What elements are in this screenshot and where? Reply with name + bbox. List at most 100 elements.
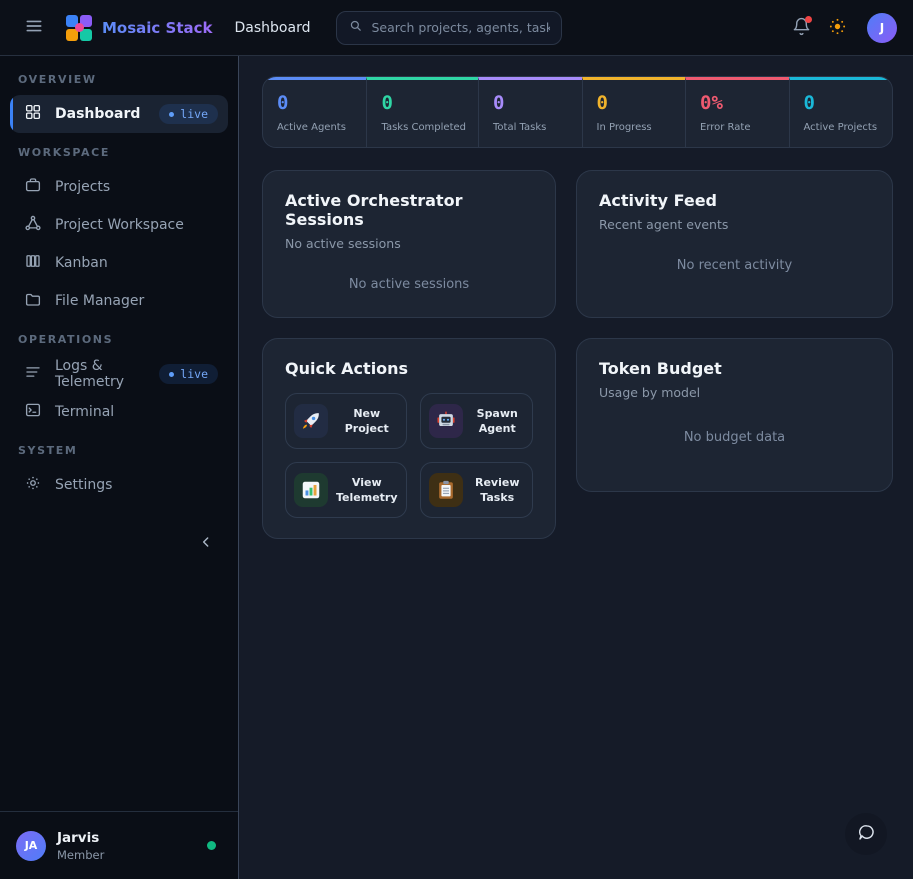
review-tasks-button[interactable]: Review Tasks — [420, 462, 533, 518]
activity-feed-card: Activity Feed Recent agent events No rec… — [576, 170, 893, 318]
robot-icon — [429, 404, 463, 438]
sidebar-item-logs-telemetry[interactable]: Logs & Telemetry live — [10, 355, 228, 393]
sessions-card: Active Orchestrator Sessions No active s… — [262, 170, 556, 318]
chat-bubble-icon — [856, 822, 877, 846]
user-avatar-initials: JA — [16, 831, 46, 861]
user-role: Member — [57, 848, 104, 862]
clipboard-icon — [429, 473, 463, 507]
card-title: Activity Feed — [599, 191, 870, 210]
chat-button[interactable] — [845, 813, 887, 855]
sidebar-user-card[interactable]: JA Jarvis Member — [0, 811, 238, 879]
stat-label: Tasks Completed — [381, 122, 466, 133]
page-title: Dashboard — [235, 20, 311, 36]
stat-active-agents: 0 Active Agents — [263, 77, 366, 147]
folder-icon — [24, 290, 42, 312]
card-title: Token Budget — [599, 359, 870, 378]
sidebar: OVERVIEW Dashboard live WORKSPACE Projec… — [0, 56, 239, 879]
quick-actions-card: Quick Actions New Project Sp — [262, 338, 556, 539]
new-project-button[interactable]: New Project — [285, 393, 407, 449]
stat-label: Active Projects — [804, 122, 880, 133]
card-subtitle: No active sessions — [285, 236, 533, 251]
token-budget-card: Token Budget Usage by model No budget da… — [576, 338, 893, 492]
sidebar-item-project-workspace[interactable]: Project Workspace — [10, 206, 228, 244]
user-avatar[interactable]: J — [867, 13, 897, 43]
global-search[interactable] — [336, 11, 562, 45]
sidebar-item-terminal[interactable]: Terminal — [10, 393, 228, 431]
gear-icon — [24, 474, 42, 496]
grid-icon — [24, 103, 42, 125]
live-badge: live — [159, 364, 218, 384]
chart-icon — [294, 473, 328, 507]
sidebar-item-label: Terminal — [55, 404, 114, 420]
sidebar-item-kanban[interactable]: Kanban — [10, 244, 228, 282]
stat-value: 0 — [804, 92, 880, 114]
sidebar-item-label: Logs & Telemetry — [55, 358, 146, 390]
empty-state-text: No recent activity — [599, 232, 870, 273]
card-subtitle: Usage by model — [599, 385, 870, 400]
sidebar-item-projects[interactable]: Projects — [10, 168, 228, 206]
card-title: Quick Actions — [285, 359, 533, 378]
notifications-button[interactable] — [783, 10, 819, 46]
user-name: Jarvis — [57, 830, 104, 846]
sidebar-item-label: File Manager — [55, 293, 144, 309]
sidebar-item-label: Kanban — [55, 255, 108, 271]
action-label: Spawn Agent — [471, 406, 524, 437]
logs-icon — [24, 363, 42, 385]
hamburger-icon — [24, 16, 44, 39]
section-label-system: SYSTEM — [10, 431, 228, 466]
terminal-icon — [24, 401, 42, 423]
chevron-left-icon — [198, 538, 214, 553]
kanban-icon — [24, 252, 42, 274]
sidebar-item-settings[interactable]: Settings — [10, 466, 228, 504]
stat-label: Total Tasks — [493, 122, 570, 133]
action-label: View Telemetry — [336, 475, 398, 506]
empty-state-text: No active sessions — [285, 251, 533, 292]
action-label: Review Tasks — [471, 475, 524, 506]
briefcase-icon — [24, 176, 42, 198]
topbar: Mosaic Stack Dashboard J — [0, 0, 913, 56]
mosaic-logo-icon — [66, 15, 92, 41]
empty-state-text: No budget data — [599, 400, 870, 445]
brand-logo: Mosaic Stack — [66, 15, 213, 41]
sidebar-item-file-manager[interactable]: File Manager — [10, 282, 228, 320]
section-label-workspace: WORKSPACE — [10, 133, 228, 168]
action-label: New Project — [336, 406, 398, 437]
theme-toggle-button[interactable] — [819, 10, 855, 46]
stat-label: Error Rate — [700, 122, 777, 133]
stat-value: 0 — [277, 92, 354, 114]
card-subtitle: Recent agent events — [599, 217, 870, 232]
search-icon — [348, 18, 363, 37]
network-icon — [24, 214, 42, 236]
notification-dot — [805, 16, 812, 23]
section-label-overview: OVERVIEW — [10, 60, 228, 95]
stat-in-progress: 0 In Progress — [582, 77, 686, 147]
main-content: 0 Active Agents 0 Tasks Completed 0 Tota… — [239, 56, 913, 879]
stat-error-rate: 0% Error Rate — [685, 77, 789, 147]
brand-name: Mosaic Stack — [102, 19, 213, 37]
sidebar-item-dashboard[interactable]: Dashboard live — [10, 95, 228, 133]
stat-label: In Progress — [597, 122, 674, 133]
sidebar-item-label: Dashboard — [55, 106, 140, 122]
online-status-dot — [207, 841, 216, 850]
search-input[interactable] — [371, 20, 550, 35]
view-telemetry-button[interactable]: View Telemetry — [285, 462, 407, 518]
menu-button[interactable] — [16, 10, 52, 46]
section-label-operations: OPERATIONS — [10, 320, 228, 355]
spawn-agent-button[interactable]: Spawn Agent — [420, 393, 533, 449]
stat-value: 0 — [597, 92, 674, 114]
sidebar-item-label: Project Workspace — [55, 217, 184, 233]
stat-tasks-completed: 0 Tasks Completed — [366, 77, 478, 147]
app-window: Mosaic Stack Dashboard J OVERVIEW — [0, 0, 913, 879]
stat-active-projects: 0 Active Projects — [789, 77, 892, 147]
sidebar-collapse-button[interactable] — [194, 530, 218, 557]
stats-row: 0 Active Agents 0 Tasks Completed 0 Tota… — [262, 76, 893, 148]
card-title: Active Orchestrator Sessions — [285, 191, 533, 229]
sun-icon — [828, 17, 847, 39]
stat-value: 0 — [381, 92, 466, 114]
stat-value: 0 — [493, 92, 570, 114]
live-badge: live — [159, 104, 218, 124]
sidebar-item-label: Settings — [55, 477, 112, 493]
stat-label: Active Agents — [277, 122, 354, 133]
stat-total-tasks: 0 Total Tasks — [478, 77, 582, 147]
sidebar-item-label: Projects — [55, 179, 110, 195]
